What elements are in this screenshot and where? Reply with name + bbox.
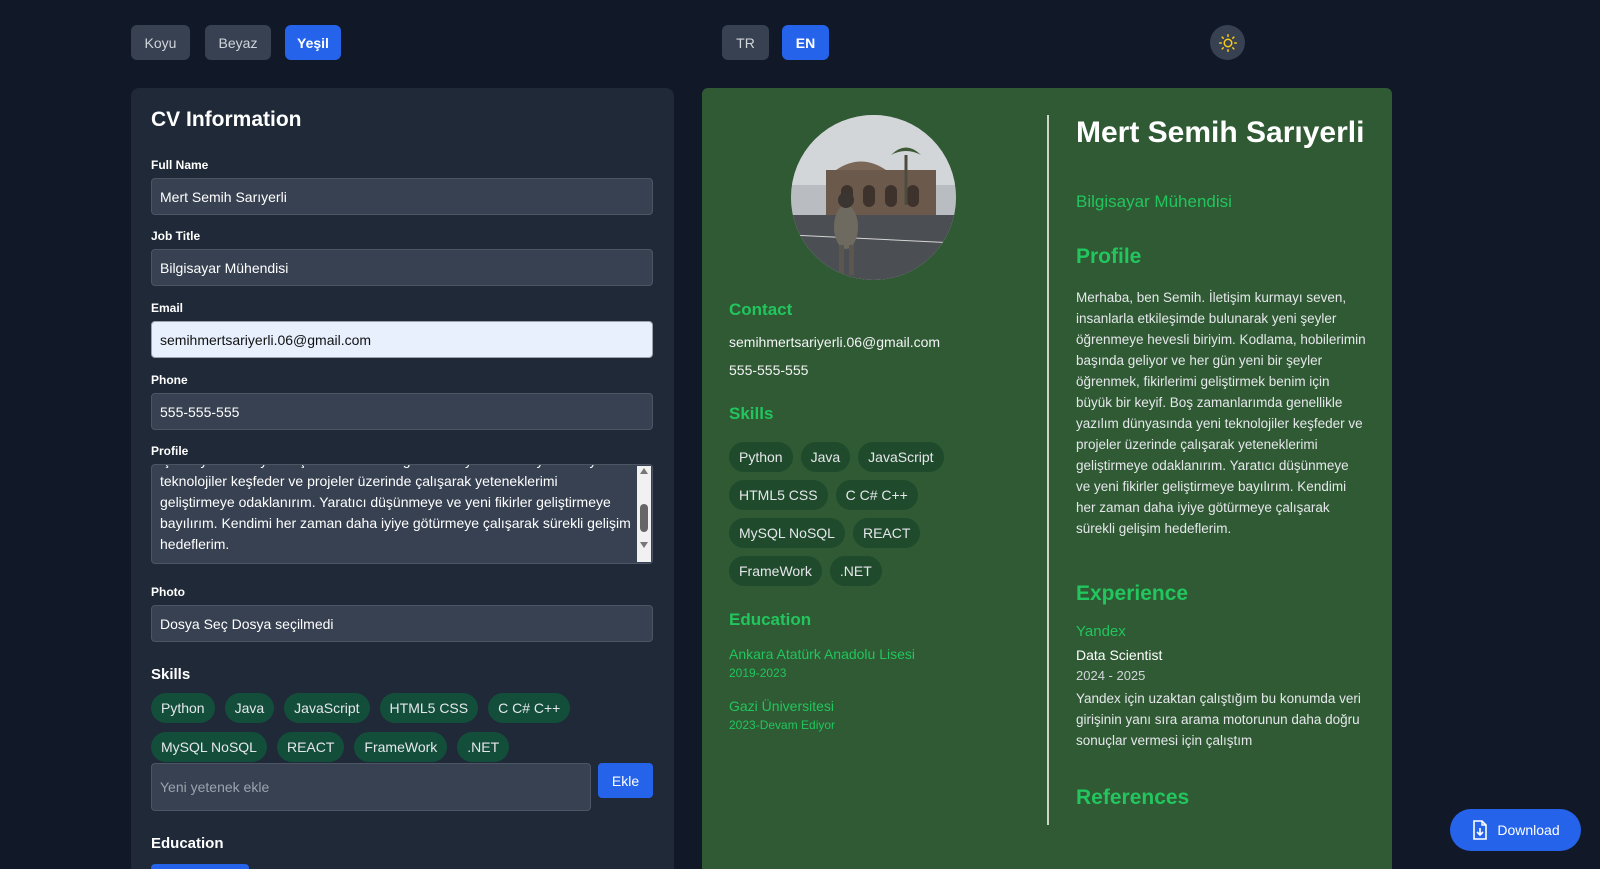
education-heading: Education bbox=[151, 835, 224, 852]
skill-chip[interactable]: Python bbox=[151, 693, 215, 723]
profile-photo bbox=[791, 115, 956, 280]
experience-role: Data Scientist bbox=[1076, 647, 1163, 663]
cv-profile-text: Merhaba, ben Semih. İletişim kurmayı sev… bbox=[1076, 290, 1366, 536]
skill-chip[interactable]: MySQL NoSQL bbox=[151, 732, 267, 762]
download-file-icon bbox=[1473, 820, 1488, 840]
skill-chip[interactable]: FrameWork bbox=[354, 732, 448, 762]
job-title-input[interactable]: Bilgisayar Mühendisi bbox=[151, 249, 653, 286]
cv-skill-chip: C C# C++ bbox=[835, 480, 918, 510]
cv-skills-heading: Skills bbox=[729, 404, 774, 423]
full-name-input[interactable]: Mert Semih Sarıyerli bbox=[151, 178, 653, 215]
profile-textarea-text: için büyük bir keyif. Boş zamanlarımda g… bbox=[160, 465, 631, 552]
skills-heading: Skills bbox=[151, 666, 191, 683]
scroll-thumb[interactable] bbox=[640, 504, 648, 532]
theme-green-button[interactable]: Yeşil bbox=[285, 25, 341, 60]
photo-label: Photo bbox=[151, 585, 185, 599]
cv-skill-chip: .NET bbox=[829, 556, 882, 586]
profile-label: Profile bbox=[151, 444, 189, 458]
cv-skill-chip: Java bbox=[800, 442, 851, 472]
contact-email: semihmertsariyerli.06@gmail.com bbox=[729, 334, 941, 350]
experience-description: Yandex için uzaktan çalıştığım bu konumd… bbox=[1076, 691, 1361, 748]
email-input[interactable]: semihmertsariyerli.06@gmail.com bbox=[151, 321, 653, 358]
skill-chip[interactable]: JavaScript bbox=[284, 693, 370, 723]
cv-education-heading: Education bbox=[729, 610, 812, 629]
cv-name: Mert Semih Sarıyerli bbox=[1076, 116, 1365, 149]
skill-chip[interactable]: REACT bbox=[276, 732, 345, 762]
skill-chip[interactable]: HTML5 CSS bbox=[379, 693, 479, 723]
form-title: CV Information bbox=[151, 108, 302, 131]
cv-skill-chip: JavaScript bbox=[858, 442, 944, 472]
cv-skills-list: Python Java JavaScript HTML5 CSS C C# C+… bbox=[729, 442, 999, 586]
cv-skill-chip: Python bbox=[729, 442, 793, 472]
download-label: Download bbox=[1497, 822, 1560, 838]
lang-en-button[interactable]: EN bbox=[782, 25, 829, 60]
theme-toggle-button[interactable] bbox=[1210, 25, 1245, 60]
scroll-up-icon[interactable] bbox=[640, 468, 648, 474]
experience-company: Yandex bbox=[1076, 623, 1126, 640]
experience-years: 2024 - 2025 bbox=[1076, 668, 1146, 683]
cv-form-panel: CV Information Full Name Mert Semih Sarı… bbox=[131, 88, 674, 869]
cv-job-title: Bilgisayar Mühendisi bbox=[1076, 192, 1232, 211]
full-name-label: Full Name bbox=[151, 158, 209, 172]
phone-label: Phone bbox=[151, 373, 188, 387]
education-school: Gazi Üniversitesi bbox=[729, 698, 835, 714]
scroll-down-icon[interactable] bbox=[640, 542, 648, 548]
cv-skill-chip: MySQL NoSQL bbox=[729, 518, 845, 548]
contact-phone: 555-555-555 bbox=[729, 362, 809, 378]
new-skill-input[interactable]: Yeni yetenek ekle bbox=[151, 763, 591, 811]
cv-skill-chip: FrameWork bbox=[729, 556, 822, 586]
profile-textarea[interactable]: için büyük bir keyif. Boş zamanlarımda g… bbox=[151, 464, 653, 564]
textarea-scrollbar[interactable] bbox=[637, 466, 651, 562]
column-divider bbox=[1047, 115, 1049, 825]
photo-file-input[interactable]: Dosya Seç Dosya seçilmedi bbox=[151, 605, 653, 642]
add-skill-button[interactable]: Ekle bbox=[598, 763, 653, 798]
download-button[interactable]: Download bbox=[1450, 809, 1581, 851]
education-years: 2019-2023 bbox=[729, 666, 787, 680]
lang-tr-button[interactable]: TR bbox=[722, 25, 769, 60]
theme-white-button[interactable]: Beyaz bbox=[205, 25, 271, 60]
cv-preview: Contact semihmertsariyerli.06@gmail.com … bbox=[702, 88, 1392, 869]
cv-skill-chip: REACT bbox=[852, 518, 921, 548]
education-school: Ankara Atatürk Anadolu Lisesi bbox=[729, 646, 916, 662]
add-education-button[interactable] bbox=[151, 864, 249, 869]
education-years: 2023-Devam Ediyor bbox=[729, 718, 836, 732]
form-skills-list: Python Java JavaScript HTML5 CSS C C# C+… bbox=[151, 693, 671, 762]
cv-references-heading: References bbox=[1076, 786, 1190, 809]
theme-dark-button[interactable]: Koyu bbox=[131, 25, 190, 60]
sun-icon bbox=[1218, 33, 1237, 52]
skill-chip[interactable]: .NET bbox=[457, 732, 510, 762]
cv-skill-chip: HTML5 CSS bbox=[729, 480, 828, 510]
skill-chip[interactable]: C C# C++ bbox=[488, 693, 571, 723]
skill-chip[interactable]: Java bbox=[224, 693, 275, 723]
cv-experience-heading: Experience bbox=[1076, 582, 1189, 605]
contact-heading: Contact bbox=[729, 300, 793, 319]
phone-input[interactable]: 555-555-555 bbox=[151, 393, 653, 430]
job-title-label: Job Title bbox=[151, 229, 201, 243]
cv-profile-heading: Profile bbox=[1076, 245, 1142, 268]
email-label: Email bbox=[151, 301, 184, 315]
